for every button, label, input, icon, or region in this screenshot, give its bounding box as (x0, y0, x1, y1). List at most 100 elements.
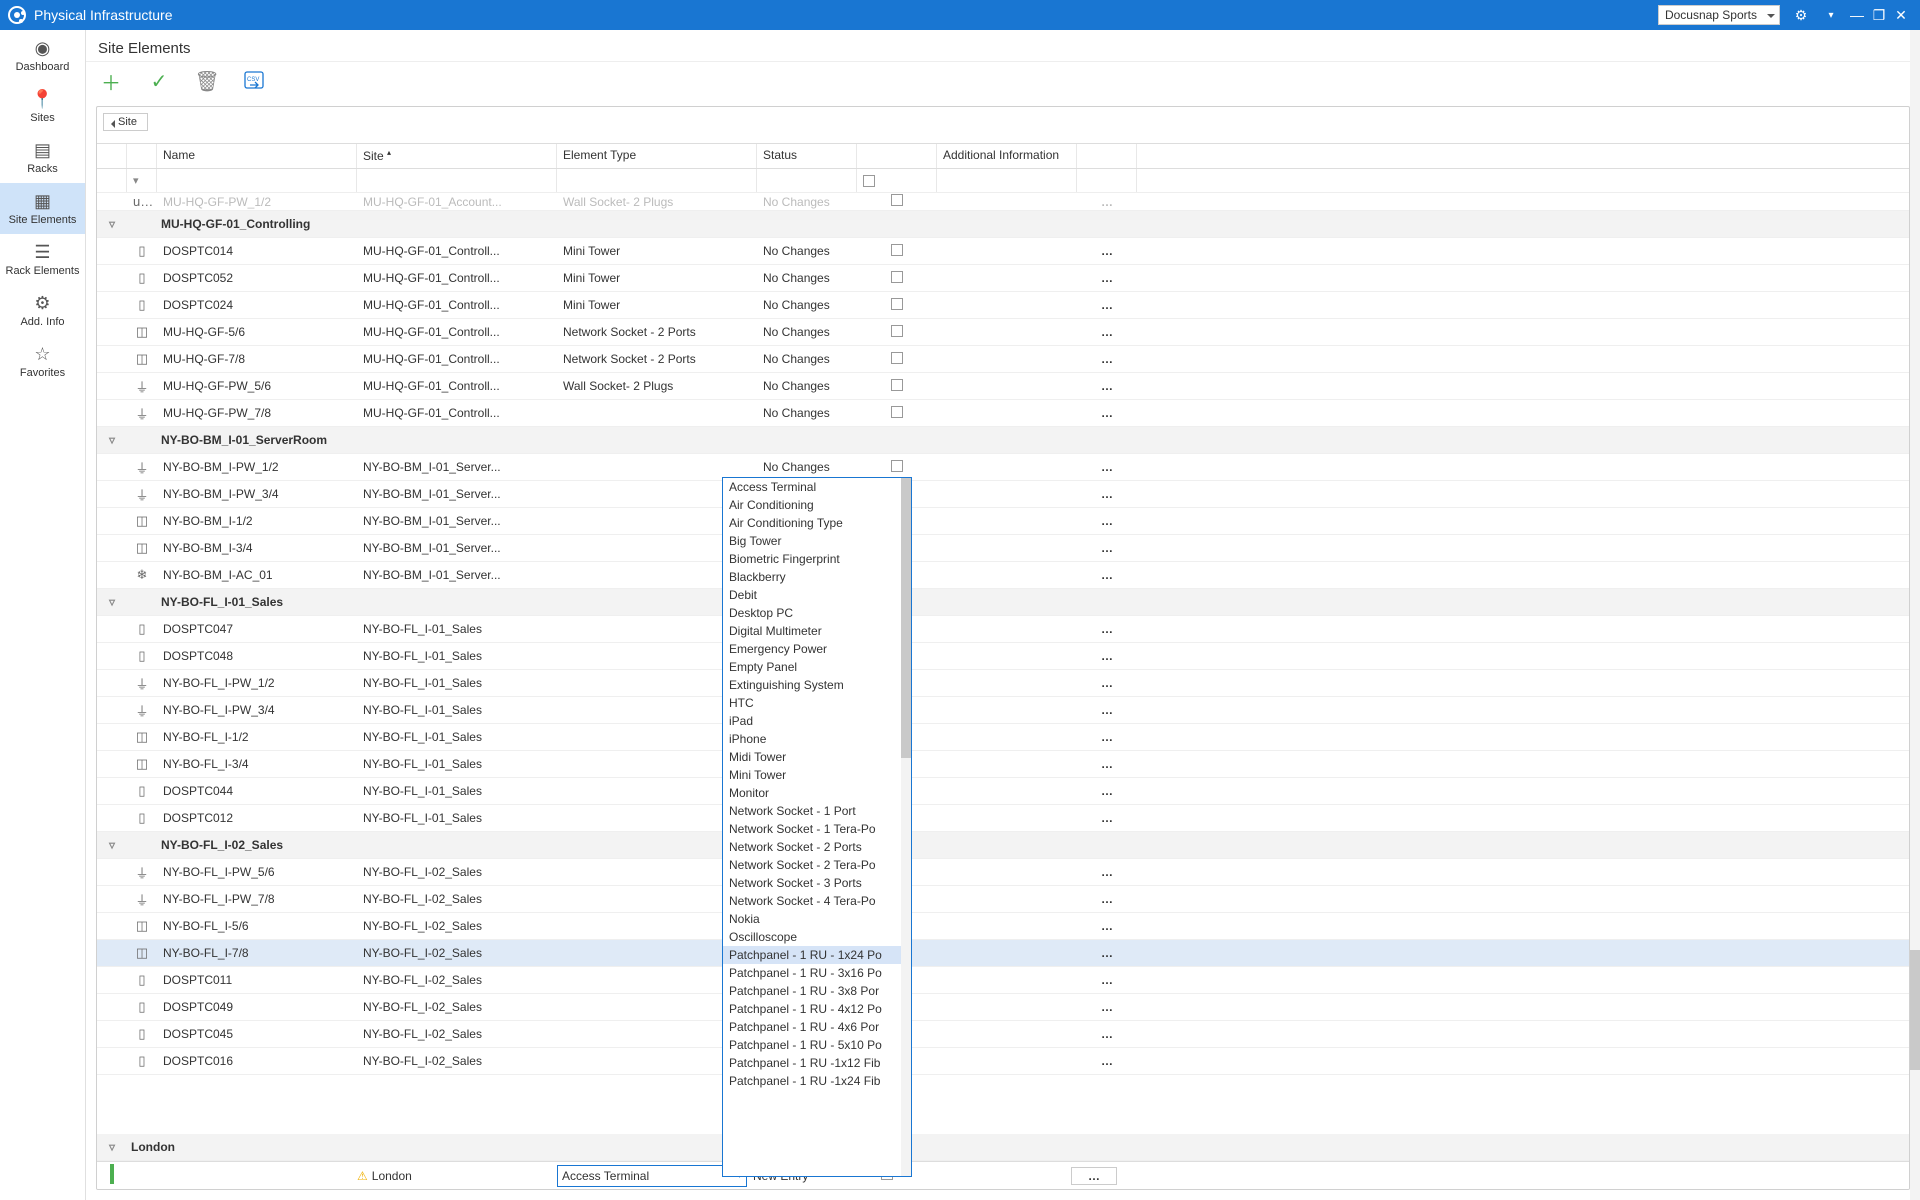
row-check[interactable] (857, 402, 937, 425)
col-additional-info[interactable]: Additional Information (937, 144, 1077, 168)
table-row[interactable]: ◫NY-BO-FL_I-3/4NY-BO-FL_I-01_SalesNo Cha… (97, 751, 1909, 778)
row-actions[interactable]: … (1077, 375, 1137, 397)
dropdown-option[interactable]: Big Tower (723, 532, 901, 550)
row-actions[interactable]: … (1077, 321, 1137, 343)
table-row[interactable]: ◫NY-BO-FL_I-5/6NY-BO-FL_I-02_SalesNo Cha… (97, 913, 1909, 940)
edit-site[interactable]: ⚠ London (357, 1169, 557, 1183)
dropdown-option[interactable]: Network Socket - 4 Tera-Po (723, 892, 901, 910)
table-row[interactable]: ⏚NY-BO-FL_I-PW_1/2NY-BO-FL_I-01_SalesNo … (97, 670, 1909, 697)
row-actions[interactable]: … (1077, 1023, 1137, 1045)
filter-additional[interactable] (937, 169, 1077, 192)
dropdown-option[interactable]: Air Conditioning Type (723, 514, 901, 532)
row-check[interactable] (857, 375, 937, 398)
row-actions[interactable]: … (1077, 294, 1137, 316)
dropdown-scrollbar[interactable] (901, 478, 911, 1176)
dropdown-option[interactable]: Patchpanel - 1 RU -1x12 Fib (723, 1054, 901, 1072)
row-check[interactable] (857, 193, 937, 211)
group-row-london[interactable]: ▿ London (97, 1134, 1909, 1161)
edit-element-type[interactable]: Access Terminal ▾ (557, 1165, 747, 1187)
dropdown-option[interactable]: Network Socket - 1 Port (723, 802, 901, 820)
dropdown-option[interactable]: Patchpanel - 1 RU - 3x16 Po (723, 964, 901, 982)
dropdown-option[interactable]: Air Conditioning (723, 496, 901, 514)
dropdown-option[interactable]: Network Socket - 3 Ports (723, 874, 901, 892)
dropdown-option[interactable]: Biometric Fingerprint (723, 550, 901, 568)
table-row[interactable]: ⏚NY-BO-FL_I-PW_5/6NY-BO-FL_I-02_SalesNo … (97, 859, 1909, 886)
row-actions[interactable]: … (1077, 807, 1137, 829)
csv-export-button[interactable]: CSV (244, 70, 266, 92)
group-row[interactable]: ▿NY-BO-FL_I-01_Sales (97, 589, 1909, 616)
table-row[interactable]: ▯DOSPTC024MU-HQ-GF-01_Controll...Mini To… (97, 292, 1909, 319)
dropdown-option[interactable]: Network Socket - 2 Tera-Po (723, 856, 901, 874)
group-row[interactable]: ▿NY-BO-BM_I-01_ServerRoom (97, 427, 1909, 454)
row-check[interactable] (857, 321, 937, 344)
add-button[interactable]: ＋ (100, 70, 122, 92)
dropdown-option[interactable]: Empty Panel (723, 658, 901, 676)
table-row[interactable]: ▯DOSPTC048NY-BO-FL_I-01_SalesNo Changes… (97, 643, 1909, 670)
row-actions[interactable]: … (1077, 618, 1137, 640)
dropdown-option[interactable]: Monitor (723, 784, 901, 802)
row-actions[interactable]: … (1077, 645, 1137, 667)
dropdown-option[interactable]: Access Terminal (723, 478, 901, 496)
row-actions[interactable]: … (1077, 1050, 1137, 1072)
dropdown-option[interactable]: Digital Multimeter (723, 622, 901, 640)
grid-body[interactable]: undefinedMU-HQ-GF-PW_1/2MU-HQ-GF-01_Acco… (97, 193, 1909, 1134)
dropdown-option[interactable]: Patchpanel - 1 RU - 3x8 Por (723, 982, 901, 1000)
sidebar-item-sites[interactable]: 📍Sites (0, 81, 85, 132)
delete-button[interactable]: 🗑 (196, 70, 218, 92)
dropdown-option[interactable]: Midi Tower (723, 748, 901, 766)
table-row[interactable]: ▯DOSPTC012NY-BO-FL_I-01_SalesNo Changes… (97, 805, 1909, 832)
row-actions[interactable]: … (1077, 240, 1137, 262)
tenant-select[interactable]: Docusnap Sports (1658, 5, 1780, 25)
row-actions[interactable]: … (1077, 510, 1137, 532)
dropdown-option[interactable]: Debit (723, 586, 901, 604)
sidebar-item-dashboard[interactable]: ◉Dashboard (0, 30, 85, 81)
table-row[interactable]: ▯DOSPTC016NY-BO-FL_I-02_SalesNo Changes… (97, 1048, 1909, 1075)
row-actions[interactable]: … (1077, 267, 1137, 289)
row-check[interactable] (857, 294, 937, 317)
row-check[interactable] (857, 240, 937, 263)
table-row[interactable]: ⏚NY-BO-BM_I-PW_1/2NY-BO-BM_I-01_Server..… (97, 454, 1909, 481)
sidebar-item-site-elements[interactable]: ▦Site Elements (0, 183, 85, 234)
row-check[interactable] (857, 348, 937, 371)
dropdown-option[interactable]: Patchpanel - 1 RU - 5x10 Po (723, 1036, 901, 1054)
row-actions[interactable]: … (1077, 402, 1137, 424)
table-row[interactable]: ▯DOSPTC011NY-BO-FL_I-02_SalesNo Changes… (97, 967, 1909, 994)
col-element-type[interactable]: Element Type (557, 144, 757, 168)
row-actions[interactable]: … (1077, 672, 1137, 694)
close-button[interactable]: ✕ (1890, 7, 1912, 24)
sidebar-item-racks[interactable]: ▤Racks (0, 132, 85, 183)
col-status[interactable]: Status (757, 144, 857, 168)
confirm-button[interactable]: ✓ (148, 70, 170, 92)
group-row[interactable]: ▿MU-HQ-GF-01_Controlling (97, 211, 1909, 238)
row-actions[interactable]: … (1077, 942, 1137, 964)
table-row[interactable]: ▯DOSPTC047NY-BO-FL_I-01_SalesNo Changes… (97, 616, 1909, 643)
filter-name[interactable] (157, 169, 357, 192)
row-actions[interactable]: … (1077, 915, 1137, 937)
table-row[interactable]: ▯DOSPTC045NY-BO-FL_I-02_SalesNo Changes… (97, 1021, 1909, 1048)
table-row[interactable]: ◫NY-BO-BM_I-1/2NY-BO-BM_I-01_Server...No… (97, 508, 1909, 535)
table-row[interactable]: ▯DOSPTC044NY-BO-FL_I-01_SalesNo Changes… (97, 778, 1909, 805)
sidebar-item-favorites[interactable]: ☆Favorites (0, 336, 85, 387)
table-row[interactable]: ◫NY-BO-BM_I-3/4NY-BO-BM_I-01_Server...No… (97, 535, 1909, 562)
row-actions[interactable]: … (1077, 483, 1137, 505)
sidebar-item-rack-elements[interactable]: ☰Rack Elements (0, 234, 85, 285)
col-site[interactable]: Site ▴ (357, 144, 557, 168)
row-actions[interactable]: … (1077, 753, 1137, 775)
table-row[interactable]: ⏚NY-BO-FL_I-PW_7/8NY-BO-FL_I-02_SalesNo … (97, 886, 1909, 913)
row-actions[interactable]: … (1077, 348, 1137, 370)
dropdown-option[interactable]: HTC (723, 694, 901, 712)
table-row[interactable]: ◫MU-HQ-GF-7/8MU-HQ-GF-01_Controll...Netw… (97, 346, 1909, 373)
table-row[interactable]: ◫MU-HQ-GF-5/6MU-HQ-GF-01_Controll...Netw… (97, 319, 1909, 346)
dropdown-option[interactable]: iPhone (723, 730, 901, 748)
dropdown-option[interactable]: Mini Tower (723, 766, 901, 784)
filter-status[interactable] (757, 169, 857, 192)
dropdown-option[interactable]: Patchpanel - 1 RU -1x24 Fib (723, 1072, 901, 1090)
dropdown-option[interactable]: Patchpanel - 1 RU - 4x12 Po (723, 1000, 901, 1018)
dropdown-option[interactable]: Oscilloscope (723, 928, 901, 946)
table-row[interactable]: ❄NY-BO-BM_I-AC_01NY-BO-BM_I-01_Server...… (97, 562, 1909, 589)
dropdown-option[interactable]: Network Socket - 2 Ports (723, 838, 901, 856)
scrollbar-thumb[interactable] (1910, 950, 1920, 1070)
table-row[interactable]: ◫NY-BO-FL_I-1/2NY-BO-FL_I-01_SalesNo Cha… (97, 724, 1909, 751)
maximize-button[interactable]: ❐ (1868, 7, 1890, 24)
row-actions[interactable]: … (1077, 564, 1137, 586)
